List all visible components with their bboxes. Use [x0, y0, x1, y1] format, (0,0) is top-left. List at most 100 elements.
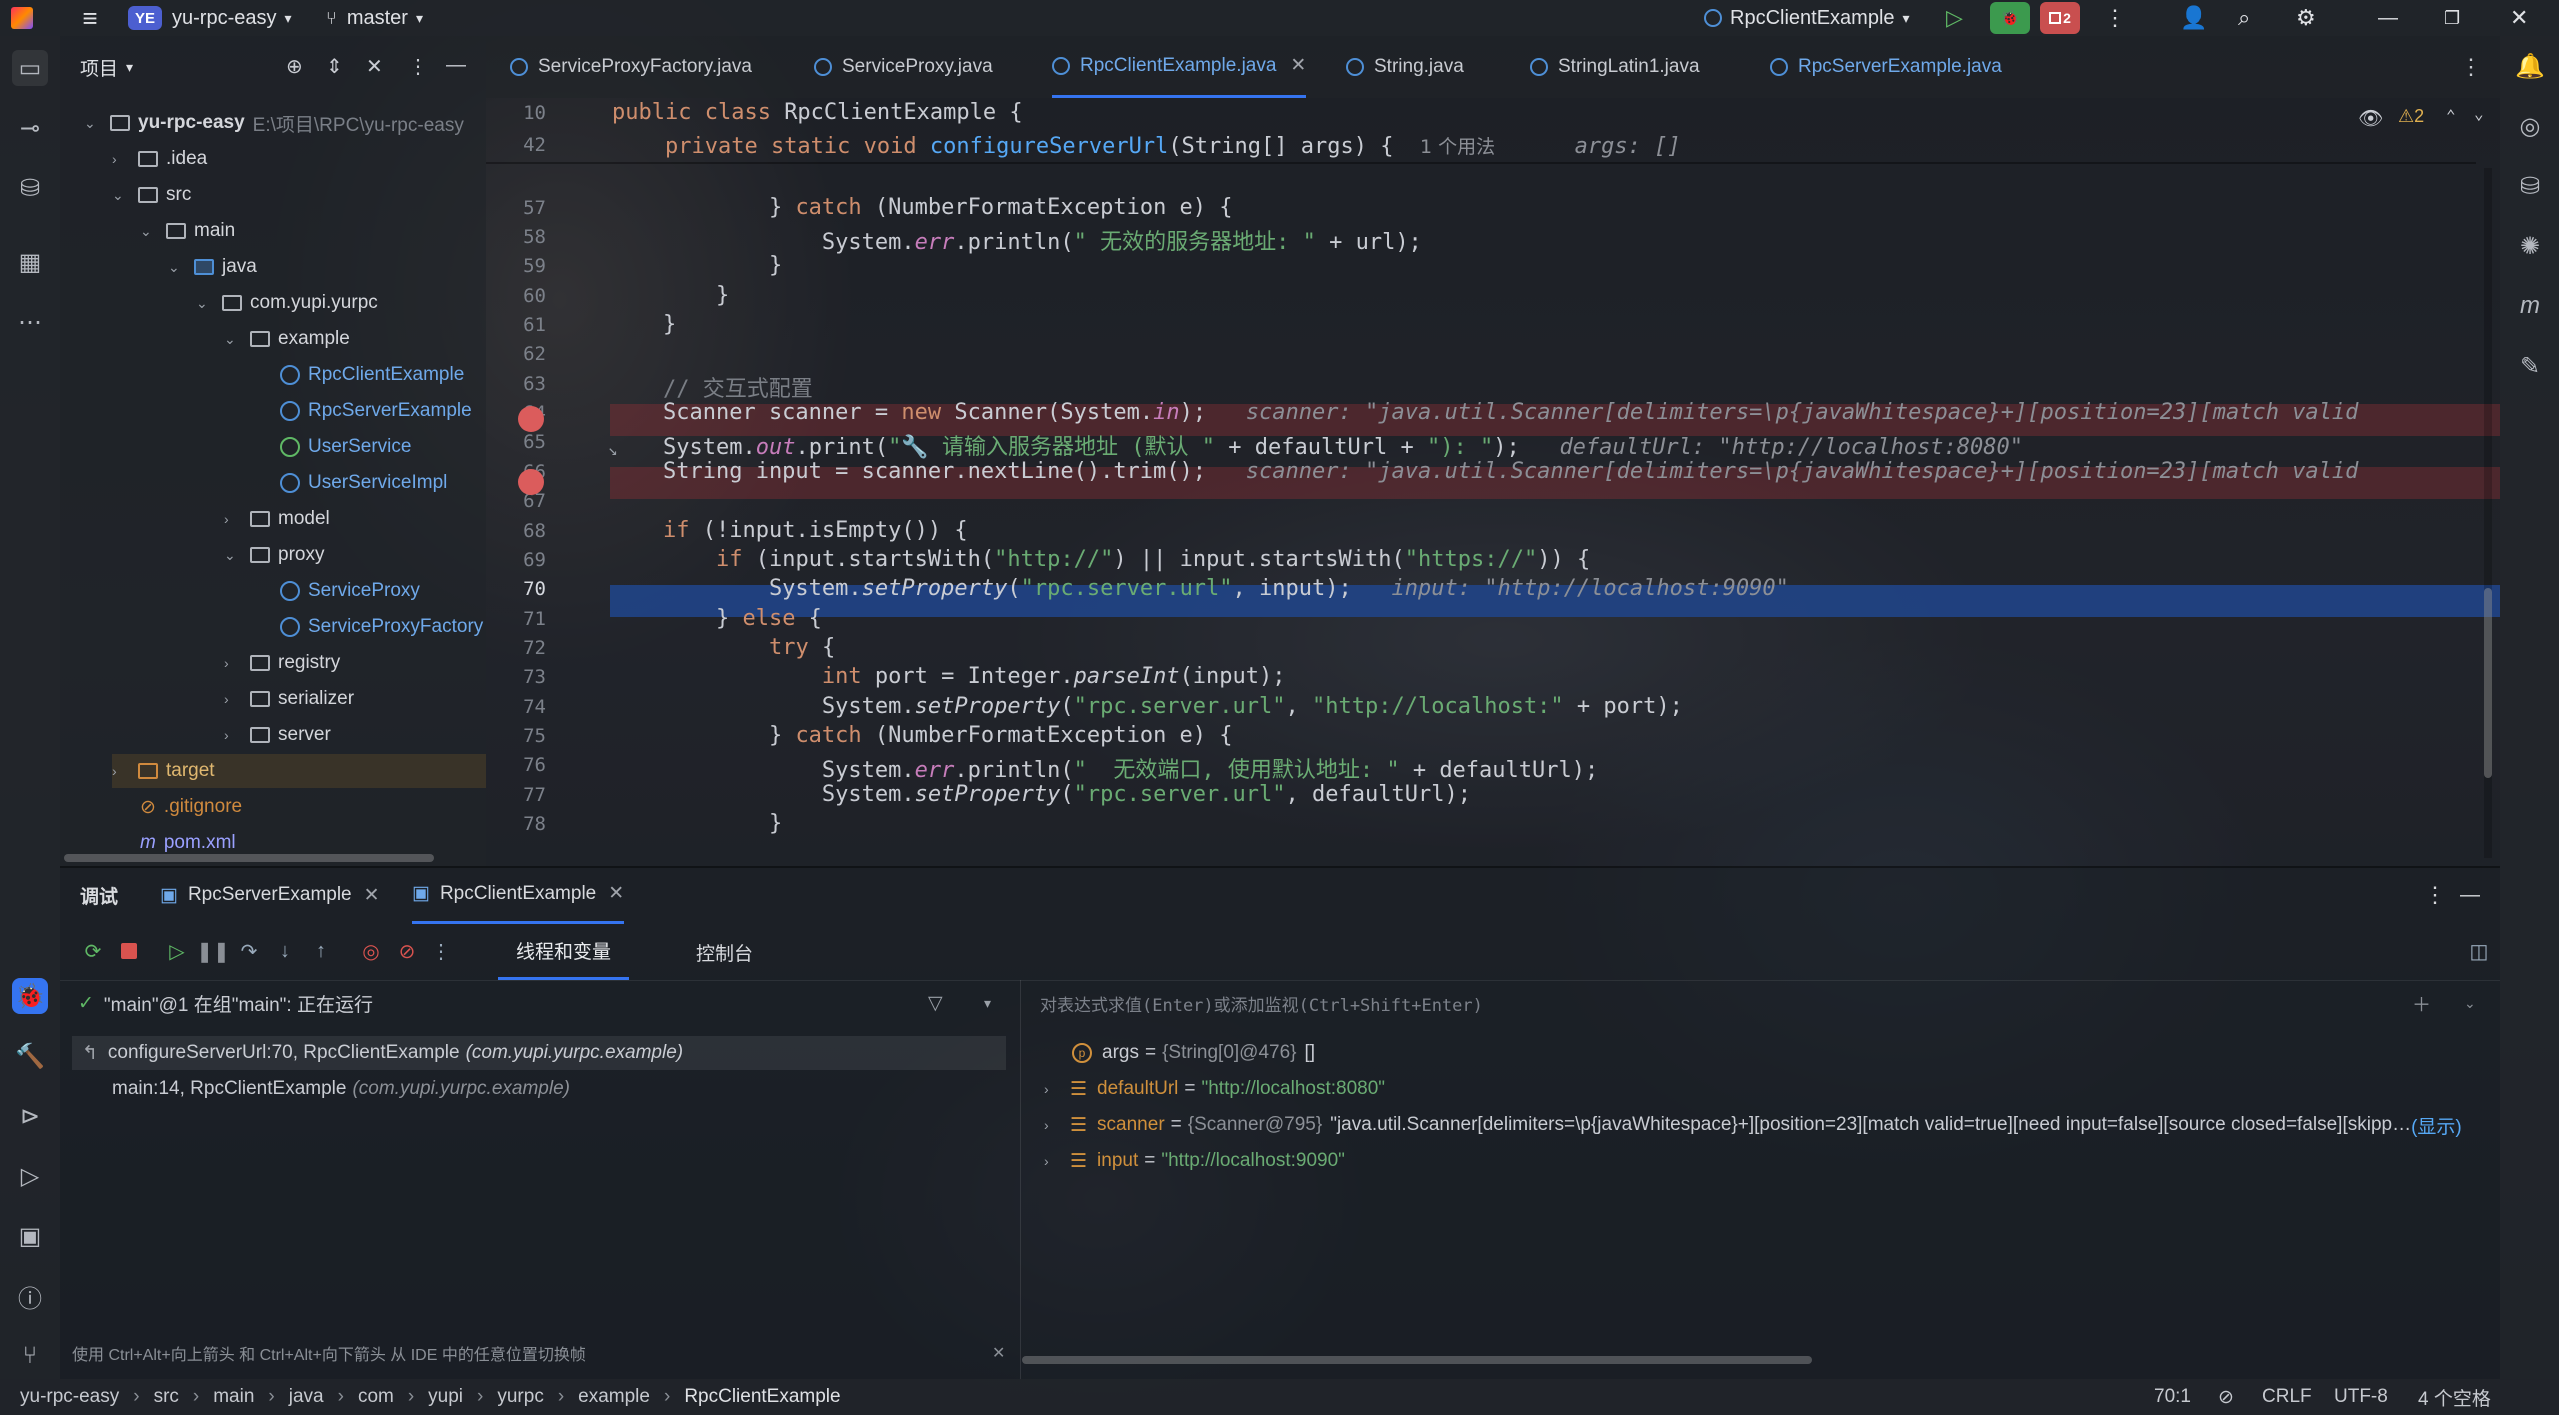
- stop-icon[interactable]: [116, 938, 142, 964]
- session-tab-client[interactable]: ▣ RpcClientExample ✕: [412, 866, 625, 924]
- view-breakpoints-icon[interactable]: ◎: [358, 938, 384, 964]
- filter-icon[interactable]: ▽: [928, 986, 943, 1020]
- session-tab-server[interactable]: ▣ RpcServerExample ✕: [160, 866, 380, 924]
- debug-icon[interactable]: 🐞: [12, 978, 48, 1014]
- show-more-link[interactable]: (显示): [2411, 1112, 2462, 1139]
- tree-item-rpcclientexample[interactable]: RpcClientExample: [280, 358, 464, 392]
- tab-serviceproxyfactory[interactable]: ServiceProxyFactory.java: [510, 36, 752, 98]
- run-icon[interactable]: ▷: [12, 1158, 48, 1194]
- resume-run-icon[interactable]: ▷: [1946, 0, 1963, 36]
- services-icon[interactable]: ⊳: [12, 1098, 48, 1134]
- breadcrumb-item[interactable]: java: [289, 1386, 324, 1408]
- copilot-icon[interactable]: ✎: [2512, 348, 2548, 384]
- hide-panel-icon[interactable]: —: [446, 54, 466, 77]
- breadcrumb-item[interactable]: yurpc: [497, 1386, 543, 1408]
- step-out-icon[interactable]: ↑: [308, 938, 334, 964]
- project-panel-title[interactable]: 项目 ▾: [80, 36, 133, 98]
- horizontal-scrollbar[interactable]: [64, 854, 434, 862]
- variable-row-scanner[interactable]: › ☰ scanner = {Scanner@795} "java.util.Scanne…: [1044, 1108, 2462, 1142]
- breadcrumb-item[interactable]: example: [578, 1386, 650, 1408]
- tree-item-server[interactable]: › server: [224, 718, 331, 752]
- main-menu-icon[interactable]: ≡: [72, 0, 108, 36]
- layout-icon[interactable]: ◫: [2466, 938, 2492, 964]
- variable-row-defaulturl[interactable]: › ☰ defaultUrl = "http://localhost:8080": [1044, 1072, 1385, 1106]
- tree-item-main[interactable]: ⌄ main: [140, 214, 235, 248]
- vertical-scrollbar[interactable]: [2484, 168, 2492, 858]
- breakpoint-icon[interactable]: [518, 469, 544, 495]
- debug-running-button[interactable]: 🐞: [1990, 2, 2030, 34]
- chevron-down-icon[interactable]: ⌄: [2464, 986, 2476, 1020]
- chevron-down-icon[interactable]: ▾: [984, 986, 991, 1020]
- more-vertical-icon[interactable]: ⋮: [2424, 866, 2446, 924]
- terminal-icon[interactable]: ▣: [12, 1218, 48, 1254]
- pause-icon[interactable]: ❚❚: [196, 938, 230, 964]
- chevron-up-icon[interactable]: ⌃: [2446, 106, 2456, 125]
- more-horizontal-icon[interactable]: ⋯: [12, 304, 48, 340]
- tree-item-target[interactable]: › target: [112, 754, 486, 788]
- commit-icon[interactable]: ⊸: [12, 110, 48, 146]
- tree-item-src[interactable]: ⌄ src: [112, 178, 191, 212]
- cursor-position[interactable]: 70:1: [2154, 1379, 2191, 1415]
- folder-icon[interactable]: ▭: [12, 50, 48, 86]
- close-tab-icon[interactable]: ✕: [364, 884, 380, 907]
- breadcrumb-item[interactable]: src: [154, 1386, 179, 1408]
- structure-icon[interactable]: ▦: [12, 244, 48, 280]
- breadcrumb-item[interactable]: yu-rpc-easy: [20, 1386, 119, 1408]
- tree-item-package[interactable]: ⌄ com.yupi.yurpc: [196, 286, 378, 320]
- tree-item-example[interactable]: ⌄ example: [224, 322, 350, 356]
- indent-setting[interactable]: 4 个空格: [2418, 1379, 2491, 1415]
- ai-assistant-icon[interactable]: ◎: [2512, 108, 2548, 144]
- tab-string[interactable]: String.java: [1346, 36, 1464, 98]
- close-tip-icon[interactable]: ✕: [992, 1336, 1005, 1370]
- close-tab-icon[interactable]: ✕: [1290, 54, 1306, 77]
- tree-root[interactable]: ⌄ yu-rpc-easy E:\项目\RPC\yu-rpc-easy: [84, 106, 464, 140]
- variable-row-input[interactable]: › ☰ input = "http://localhost:9090": [1044, 1144, 1345, 1178]
- code-editor[interactable]: 10 public class RpcClientExample { 42 pr…: [486, 98, 2500, 866]
- variable-row-args[interactable]: p args = {String[0]@476}[]: [1072, 1036, 1315, 1070]
- mute-breakpoints-icon[interactable]: ⊘: [394, 938, 420, 964]
- breadcrumb-item[interactable]: yupi: [428, 1386, 463, 1408]
- file-encoding[interactable]: UTF-8: [2334, 1379, 2388, 1415]
- warning-count[interactable]: ⚠2: [2398, 106, 2424, 127]
- tree-item-gitignore[interactable]: ⊘ .gitignore: [140, 790, 242, 824]
- line-separator[interactable]: CRLF: [2262, 1379, 2312, 1415]
- stop-button[interactable]: 2: [2040, 2, 2080, 34]
- horizontal-scrollbar[interactable]: [1022, 1356, 1812, 1364]
- eye-icon[interactable]: 👁: [2358, 106, 2383, 130]
- git-icon[interactable]: ⑂: [12, 1338, 48, 1374]
- app-logo-icon[interactable]: [8, 0, 36, 36]
- database-icon[interactable]: ⛁: [2512, 168, 2548, 204]
- tree-item-serviceproxy[interactable]: ServiceProxy: [280, 574, 420, 608]
- tab-stringlatin1[interactable]: StringLatin1.java: [1530, 36, 1700, 98]
- tab-options-icon[interactable]: ⋮: [2460, 36, 2482, 98]
- options-icon[interactable]: ⋮: [408, 54, 428, 79]
- breadcrumb-item[interactable]: com: [358, 1386, 394, 1408]
- restore-icon[interactable]: ❐: [2444, 0, 2460, 36]
- search-icon[interactable]: ⌕: [2238, 0, 2250, 36]
- project-switcher[interactable]: YE yu-rpc-easy ▾: [128, 0, 292, 36]
- maven-icon[interactable]: m: [2512, 288, 2548, 324]
- plugin-icon[interactable]: ✺: [2512, 228, 2548, 264]
- add-watch-icon[interactable]: ＋: [2412, 986, 2431, 1020]
- tree-item-rpcserverexample[interactable]: RpcServerExample: [280, 394, 472, 428]
- tree-item-registry[interactable]: › registry: [224, 646, 340, 680]
- frame-row-active[interactable]: ↰ configureServerUrl:70, RpcClientExample…: [72, 1036, 1006, 1070]
- breakpoint-icon[interactable]: [518, 406, 544, 432]
- problems-icon[interactable]: ⓘ: [12, 1278, 48, 1314]
- chevron-down-icon[interactable]: ⌄: [2474, 104, 2484, 123]
- build-icon[interactable]: 🔨: [12, 1038, 48, 1074]
- tree-item-java[interactable]: ⌄ java: [168, 250, 257, 284]
- tab-threads-variables[interactable]: 线程和变量: [498, 924, 630, 980]
- tab-rpcserverexample[interactable]: RpcServerExample.java: [1770, 36, 2002, 98]
- breadcrumb-item[interactable]: RpcClientExample: [684, 1386, 840, 1408]
- tree-item-idea[interactable]: › .idea: [112, 142, 207, 176]
- tab-rpcclientexample[interactable]: RpcClientExample.java ✕: [1052, 36, 1307, 98]
- tab-serviceproxy[interactable]: ServiceProxy.java: [814, 36, 993, 98]
- tree-item-serializer[interactable]: › serializer: [224, 682, 354, 716]
- step-into-icon[interactable]: ↓: [272, 938, 298, 964]
- frame-row[interactable]: main:14, RpcClientExample (com.yupi.yurpc…: [112, 1072, 570, 1106]
- add-user-icon[interactable]: 👤: [2180, 0, 2207, 36]
- step-over-icon[interactable]: ↷: [236, 938, 262, 964]
- tree-item-userservice[interactable]: UserService: [280, 430, 411, 464]
- readonly-icon[interactable]: ⊘: [2218, 1379, 2234, 1415]
